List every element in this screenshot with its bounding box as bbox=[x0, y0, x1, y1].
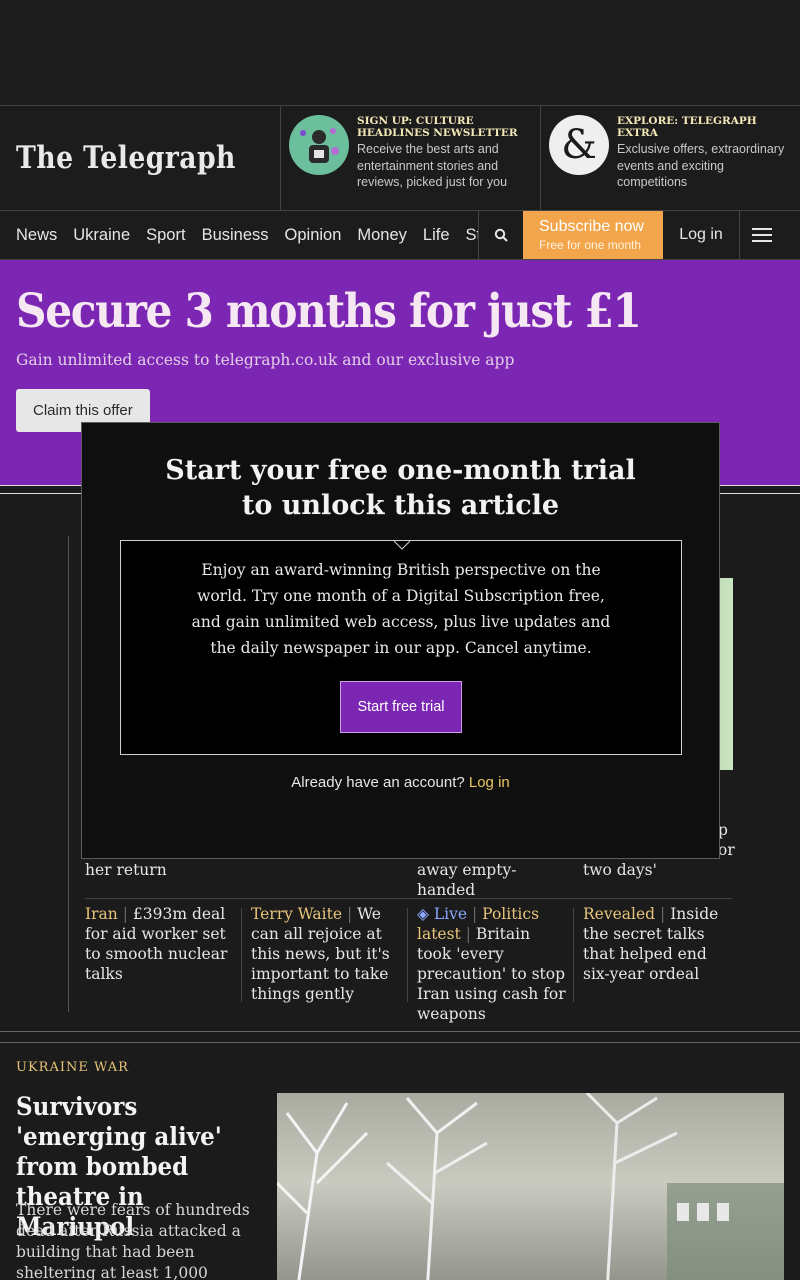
kicker: Revealed bbox=[583, 905, 656, 923]
separator: | bbox=[122, 905, 128, 923]
section-divider bbox=[0, 1031, 800, 1043]
menu-button[interactable] bbox=[739, 211, 784, 259]
paywall-body: Enjoy an award-winning British perspecti… bbox=[191, 561, 611, 657]
extra-promo-title: EXPLORE: TELEGRAPH EXTRA bbox=[617, 115, 757, 139]
nav-item-business[interactable]: Business bbox=[202, 226, 269, 245]
nav-item-life[interactable]: Life bbox=[423, 226, 450, 245]
nav-links: News Ukraine Sport Business Opinion Mone… bbox=[0, 211, 478, 259]
nav-item-news[interactable]: News bbox=[16, 226, 57, 245]
nav-item-sport[interactable]: Sport bbox=[146, 226, 185, 245]
nav-item-money[interactable]: Money bbox=[357, 226, 407, 245]
search-icon bbox=[494, 228, 508, 242]
separator: | bbox=[465, 925, 471, 943]
headline-left-partial[interactable]: her return bbox=[85, 860, 245, 880]
subscribe-label: Subscribe now bbox=[539, 218, 644, 235]
paywall-modal: Start your free one-month trial to unloc… bbox=[81, 422, 720, 859]
column-divider bbox=[573, 908, 574, 1002]
telegraph-extra-promo[interactable]: & EXPLORE: TELEGRAPH EXTRA Exclusive off… bbox=[540, 106, 800, 210]
culture-illustration-icon bbox=[289, 115, 349, 175]
paywall-footer-text: Already have an account? bbox=[291, 774, 465, 791]
paywall-title: Start your free one-month trial to unloc… bbox=[82, 453, 719, 523]
separator: | bbox=[660, 905, 666, 923]
headline-revealed[interactable]: Revealed | Inside the secret talks that … bbox=[583, 904, 735, 984]
headline-right-fragment-1: p bbox=[718, 821, 728, 839]
paywall-title-line-2: to unlock this article bbox=[241, 490, 560, 521]
separator: | bbox=[471, 905, 478, 923]
newsletter-promo-title: SIGN UP: CULTURE HEADLINES NEWSLETTER bbox=[357, 115, 518, 139]
paywall-offer-box: Enjoy an award-winning British perspecti… bbox=[120, 540, 682, 755]
offer-subtitle: Gain unlimited access to telegraph.co.uk… bbox=[16, 351, 515, 369]
newsletter-promo-desc: Receive the best arts and entertainment … bbox=[357, 142, 508, 189]
kicker: Iran bbox=[85, 905, 118, 923]
subscribe-button[interactable]: Subscribe now Free for one month bbox=[523, 211, 663, 259]
ampersand-icon: & bbox=[549, 115, 609, 175]
column-divider bbox=[241, 908, 242, 1002]
ad-banner bbox=[0, 0, 800, 106]
ukraine-story-image[interactable] bbox=[277, 1093, 784, 1280]
start-free-trial-button[interactable]: Start free trial bbox=[340, 681, 462, 733]
headline-terry-waite[interactable]: Terry Waite | We can all rejoice at this… bbox=[251, 904, 401, 1004]
headline-mid-partial[interactable]: away empty-handed bbox=[417, 860, 567, 900]
headline-right-fragment-2: or bbox=[718, 841, 735, 859]
offer-title: Secure 3 months for just £1 bbox=[16, 284, 642, 339]
hamburger-menu-icon bbox=[752, 228, 772, 242]
row-divider bbox=[85, 898, 732, 899]
notch-icon bbox=[394, 540, 410, 550]
telegraph-logo: The Telegraph bbox=[16, 140, 236, 176]
nav-item-opinion[interactable]: Opinion bbox=[285, 226, 342, 245]
paywall-login-link[interactable]: Log in bbox=[469, 774, 510, 791]
live-label: Live bbox=[433, 905, 468, 923]
main-nav: News Ukraine Sport Business Opinion Mone… bbox=[0, 211, 800, 260]
subscribe-sublabel: Free for one month bbox=[539, 238, 642, 252]
extra-promo-desc: Exclusive offers, extraordinary events a… bbox=[617, 142, 785, 189]
kicker: Terry Waite bbox=[251, 905, 342, 923]
paywall-title-line-1: Start your free one-month trial bbox=[165, 455, 636, 486]
nav-item-style[interactable]: Sty bbox=[466, 226, 478, 245]
search-button[interactable] bbox=[478, 211, 523, 259]
logo-link[interactable]: The Telegraph bbox=[0, 106, 281, 210]
ukraine-standfirst: There were fears of hundreds dead after … bbox=[16, 1201, 250, 1280]
section-label-ukraine[interactable]: UKRAINE WAR bbox=[16, 1060, 129, 1075]
newsletter-promo[interactable]: SIGN UP: CULTURE HEADLINES NEWSLETTER Re… bbox=[281, 106, 540, 210]
separator: | bbox=[346, 905, 353, 923]
column-divider bbox=[407, 908, 408, 1002]
headline-politics-live[interactable]: ◈ Live | Politics latest | Britain took … bbox=[417, 904, 567, 1024]
login-button[interactable]: Log in bbox=[663, 211, 739, 259]
paywall-footer: Already have an account? Log in bbox=[82, 774, 719, 791]
live-diamond-icon: ◈ bbox=[417, 905, 429, 923]
nav-item-ukraine[interactable]: Ukraine bbox=[73, 226, 130, 245]
masthead: The Telegraph SIGN UP: CULTURE HEADLINES… bbox=[0, 106, 800, 211]
headline-iran[interactable]: Iran | £393m deal for aid worker set to … bbox=[85, 904, 237, 984]
headline-right-partial[interactable]: two days' bbox=[583, 860, 733, 880]
